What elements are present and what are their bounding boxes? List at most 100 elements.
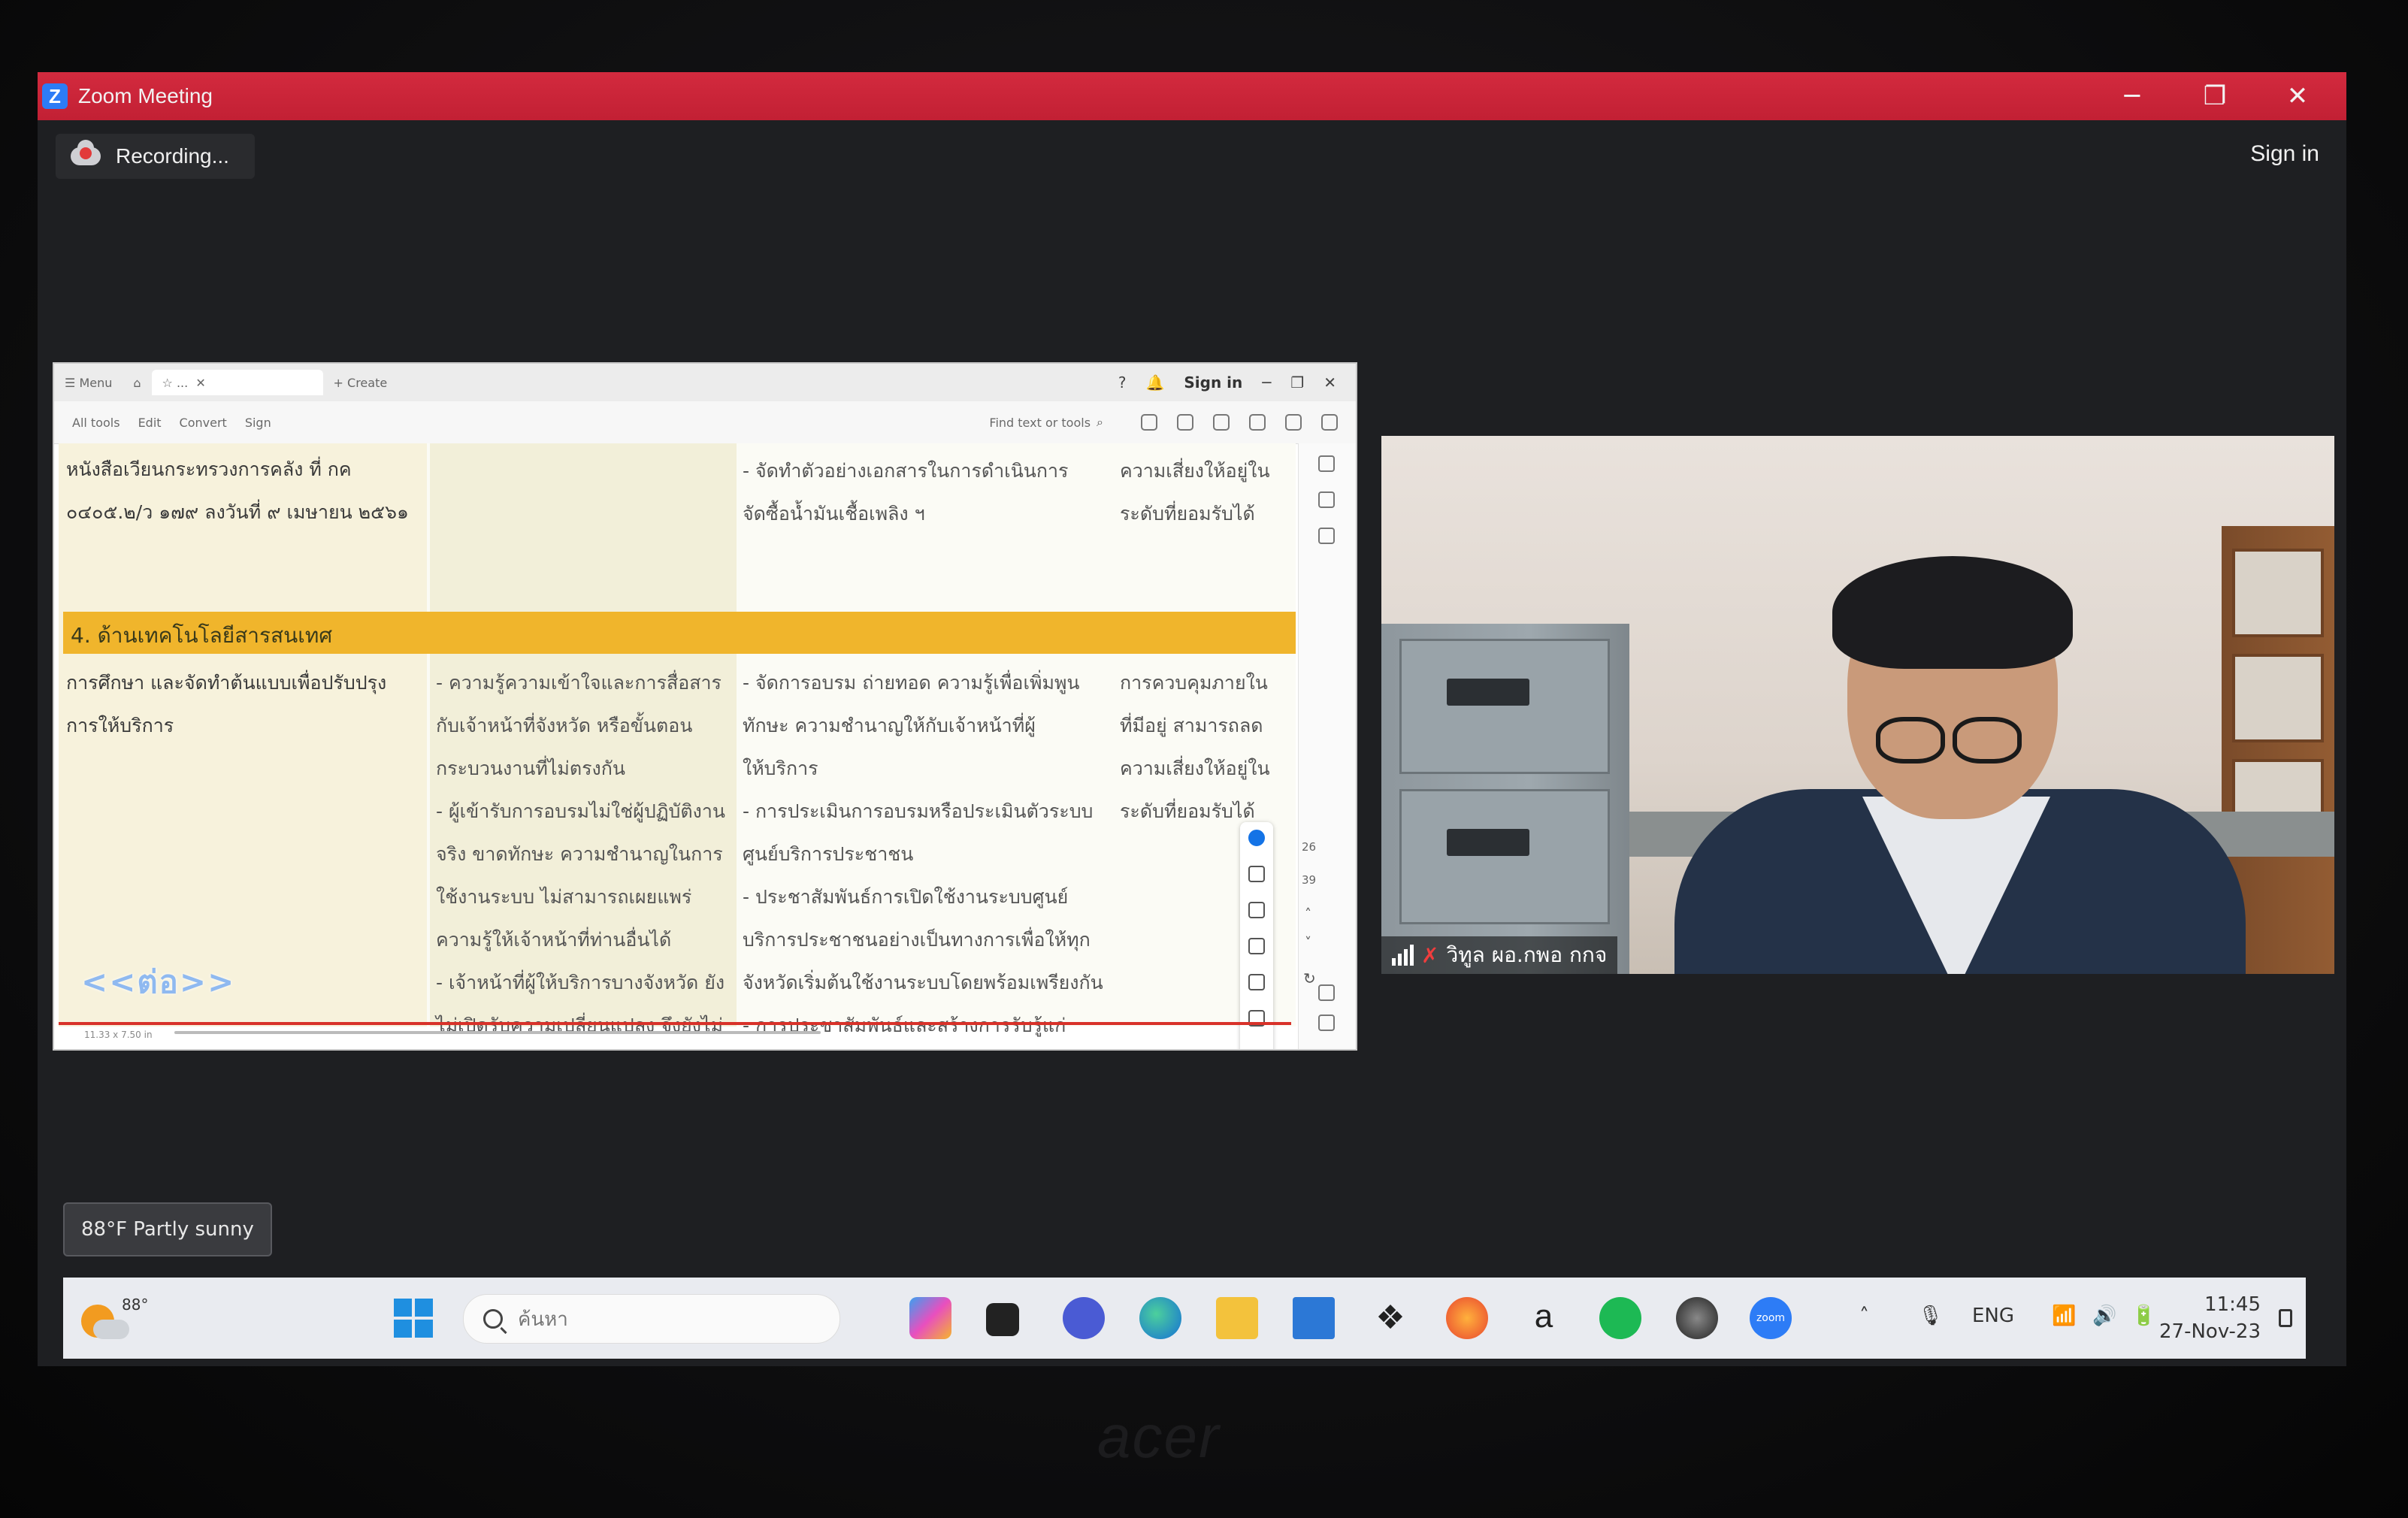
mail-icon[interactable] bbox=[1293, 1297, 1335, 1339]
document-tab[interactable]: ☆ ... ✕ bbox=[151, 370, 323, 395]
close-button[interactable]: ✕ bbox=[2256, 72, 2339, 120]
zoom-titlebar: Z Zoom Meeting ─ ❐ ✕ bbox=[38, 72, 2346, 120]
taskbar-search[interactable]: ค้นหา bbox=[463, 1294, 840, 1344]
glasses-left bbox=[1876, 717, 1945, 764]
sign-in-link[interactable]: Sign in bbox=[2250, 141, 2319, 167]
comment-icon[interactable] bbox=[1248, 866, 1265, 882]
teams-chat-icon[interactable] bbox=[1063, 1297, 1105, 1339]
acer-logo: acer bbox=[1097, 1403, 1221, 1470]
highlight-pen-icon[interactable] bbox=[1248, 902, 1265, 918]
text-box-icon[interactable] bbox=[1248, 974, 1265, 990]
wifi-icon[interactable]: 📶 bbox=[2052, 1305, 2076, 1327]
clock-time: 11:45 bbox=[2204, 1293, 2261, 1316]
select-cursor-icon[interactable] bbox=[1248, 830, 1265, 846]
cloud-record-icon bbox=[71, 140, 101, 165]
link-icon[interactable] bbox=[1285, 414, 1302, 431]
comments-panel-icon[interactable] bbox=[1318, 455, 1335, 472]
pdf-right-panel bbox=[1298, 443, 1356, 1049]
shared-screen-pdf[interactable]: ☰ Menu ⌂ ☆ ... ✕ + Create ? 🔔 Sign in ─ … bbox=[53, 362, 1357, 1051]
weather-taskbar-icon[interactable]: 88° bbox=[75, 1288, 148, 1348]
battery-icon[interactable]: 🔋 bbox=[2131, 1305, 2155, 1327]
recording-indicator[interactable]: Recording... bbox=[56, 134, 255, 179]
participant-video[interactable]: ✗ วิทูล ผอ.กพอ กกจ bbox=[1381, 436, 2334, 974]
firefox-icon[interactable] bbox=[1446, 1297, 1488, 1339]
minimize-button[interactable]: ─ bbox=[2091, 72, 2174, 120]
rotate-icon[interactable]: ↻ bbox=[1303, 969, 1316, 987]
share-icon[interactable] bbox=[1249, 414, 1266, 431]
document-tab-label: ... bbox=[176, 375, 189, 390]
file-explorer-icon[interactable] bbox=[1216, 1297, 1258, 1339]
zoom-in-icon[interactable] bbox=[1318, 984, 1335, 1001]
weather-widget[interactable]: 88°F Partly sunny bbox=[63, 1202, 272, 1256]
volume-icon[interactable]: 🔊 bbox=[2092, 1305, 2116, 1327]
restore-button[interactable]: ❐ bbox=[2174, 72, 2256, 120]
cell-row1-col3: ความเสี่ยงให้อยู่ใน ระดับที่ยอมรับได้ bbox=[1120, 460, 1270, 525]
menu-label: Menu bbox=[79, 375, 113, 390]
current-page-number[interactable]: 26 bbox=[1302, 840, 1316, 854]
convert-menu[interactable]: Convert bbox=[180, 416, 227, 430]
section-header-row: 4. ด้านเทคโนโลยีสารสนเทศ bbox=[63, 612, 1296, 654]
task-view-icon[interactable] bbox=[986, 1303, 1019, 1336]
zoom-taskbar-icon[interactable]: zoom bbox=[1750, 1297, 1792, 1339]
find-tools-search[interactable]: Find text or tools bbox=[989, 416, 1091, 430]
thumbnails-icon[interactable] bbox=[1318, 528, 1335, 544]
window-title: Zoom Meeting bbox=[78, 84, 213, 107]
page-up-icon[interactable]: ˄ bbox=[1305, 906, 1311, 922]
sign-menu[interactable]: Sign bbox=[245, 416, 271, 430]
participant-name-bar: ✗ วิทูล ผอ.กพอ กกจ bbox=[1381, 936, 1618, 974]
upload-icon[interactable] bbox=[1177, 414, 1193, 431]
amazon-icon[interactable]: a bbox=[1523, 1297, 1565, 1339]
search-icon[interactable]: ⌕ bbox=[1097, 415, 1103, 430]
pdf-close-button[interactable]: ✕ bbox=[1323, 373, 1336, 392]
cell-row1-col0: หนังสือเวียนกระทรวงการคลัง ที่ กค ๐๔๐๕.๒… bbox=[66, 458, 409, 523]
cell-row1-col2: - จัดทำตัวอย่างเอกสารในการดำเนินการ จัดซ… bbox=[743, 460, 1069, 525]
more-icon[interactable]: ⋯ bbox=[1251, 1043, 1267, 1049]
bell-icon[interactable]: 🔔 bbox=[1145, 373, 1164, 392]
pdf-minimize-button[interactable]: ─ bbox=[1262, 373, 1271, 392]
edge-icon[interactable] bbox=[1139, 1297, 1181, 1339]
create-tab-label: Create bbox=[347, 375, 388, 390]
spotify-icon[interactable] bbox=[1599, 1297, 1641, 1339]
page-size-status: 11.33 x 7.50 in bbox=[84, 1030, 153, 1040]
save-icon[interactable] bbox=[1141, 414, 1157, 431]
bookmark-icon[interactable] bbox=[1318, 491, 1335, 508]
notification-icon[interactable] bbox=[2279, 1309, 2292, 1327]
pdf-tabbar: ☰ Menu ⌂ ☆ ... ✕ + Create ? 🔔 Sign in ─ … bbox=[54, 364, 1356, 401]
microphone-icon[interactable]: 🎙 bbox=[1918, 1305, 1943, 1327]
recording-label: Recording... bbox=[116, 144, 229, 168]
system-clock[interactable]: 11:45 27-Nov-23 bbox=[2159, 1291, 2261, 1345]
mail-icon[interactable] bbox=[1321, 414, 1338, 431]
continue-label: <<ต่อ>> bbox=[81, 963, 236, 1000]
pdf-sign-in-button[interactable]: Sign in bbox=[1184, 373, 1242, 392]
help-icon[interactable]: ? bbox=[1118, 373, 1127, 392]
dropbox-icon[interactable]: ❖ bbox=[1369, 1297, 1411, 1339]
search-placeholder: ค้นหา bbox=[518, 1308, 568, 1331]
page-down-icon[interactable]: ˅ bbox=[1305, 935, 1311, 951]
horizontal-scrollbar[interactable] bbox=[174, 1031, 821, 1034]
windows-start-icon[interactable] bbox=[394, 1299, 433, 1338]
menu-button[interactable]: ☰ Menu bbox=[54, 370, 123, 395]
search-icon bbox=[483, 1309, 503, 1329]
lasso-icon[interactable] bbox=[1248, 938, 1265, 954]
create-tab[interactable]: + Create bbox=[323, 370, 398, 395]
mic-muted-icon: ✗ bbox=[1421, 942, 1439, 968]
davinci-icon[interactable] bbox=[1676, 1297, 1718, 1339]
chevron-up-icon[interactable]: ˄ bbox=[1859, 1305, 1869, 1327]
quick-tools-bar: ⋯ bbox=[1240, 822, 1273, 1049]
all-tools-menu[interactable]: All tools bbox=[72, 416, 120, 430]
total-pages: 39 bbox=[1302, 873, 1317, 887]
cell-row2-col0: การศึกษา และจัดทำต้นแบบเพื่อปรับปรุง การ… bbox=[66, 672, 387, 736]
copilot-icon[interactable] bbox=[909, 1297, 951, 1339]
home-icon[interactable]: ⌂ bbox=[123, 370, 151, 395]
taskbar-temp: 88° bbox=[122, 1296, 149, 1314]
zoom-logo-icon: Z bbox=[42, 83, 68, 109]
pdf-page: หนังสือเวียนกระทรวงการคลัง ที่ กค ๐๔๐๕.๒… bbox=[59, 443, 1296, 1036]
input-language[interactable]: ENG bbox=[1972, 1305, 2014, 1327]
zoom-out-icon[interactable] bbox=[1318, 1015, 1335, 1031]
signal-icon bbox=[1392, 945, 1414, 966]
cell-row2-col3: การควบคุมภายใน ที่มีอยู่ สามารถลด ความเส… bbox=[1120, 672, 1270, 822]
pdf-restore-button[interactable]: ❐ bbox=[1290, 373, 1304, 392]
print-icon[interactable] bbox=[1213, 414, 1230, 431]
windows-taskbar: 88° ค้นหา ❖ a zoom ˄ 🎙 ENG 📶 🔊 🔋 11:45 2… bbox=[63, 1278, 2306, 1359]
edit-menu[interactable]: Edit bbox=[138, 416, 162, 430]
